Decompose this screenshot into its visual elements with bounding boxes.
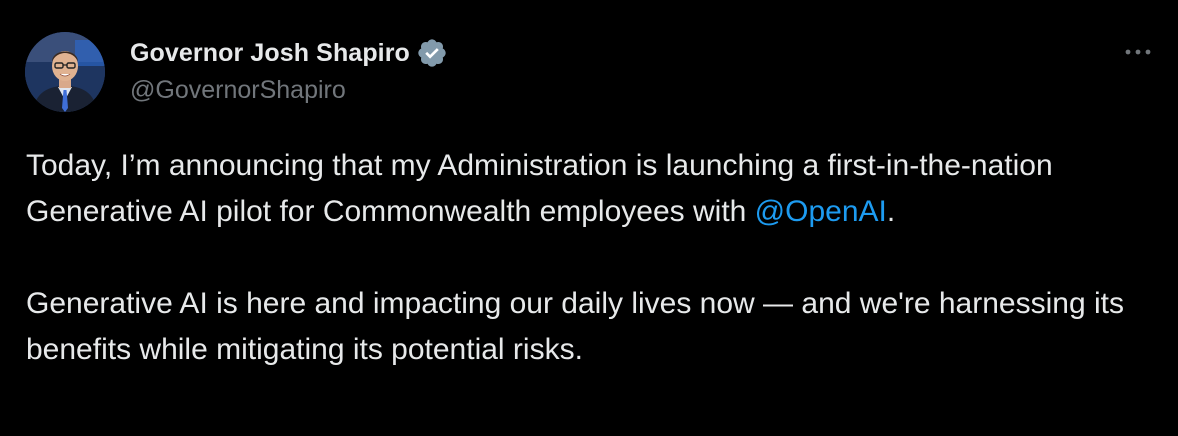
tweet-paragraph: Generative AI is here and impacting our … — [26, 287, 1124, 366]
avatar-photo — [25, 32, 105, 112]
tweet-text-segment: Today, I’m announcing that my Administra… — [26, 149, 1053, 228]
author-display-name[interactable]: Governor Josh Shapiro — [130, 39, 410, 68]
tweet-text: Today, I’m announcing that my Administra… — [26, 143, 1166, 373]
tweet-text-segment: . — [886, 195, 896, 228]
verified-badge-icon[interactable] — [416, 37, 448, 69]
author-handle[interactable]: @GovernorShapiro — [130, 76, 346, 105]
mention-link[interactable]: @OpenAI — [755, 195, 887, 228]
author-avatar[interactable] — [25, 32, 105, 112]
more-options-icon[interactable] — [1121, 40, 1155, 64]
tweet-paragraph: Today, I’m announcing that my Administra… — [26, 143, 1166, 235]
tweet-card: Governor Josh Shapiro @GovernorShapiro T… — [0, 0, 1178, 436]
author-name-row: Governor Josh Shapiro — [130, 36, 448, 70]
